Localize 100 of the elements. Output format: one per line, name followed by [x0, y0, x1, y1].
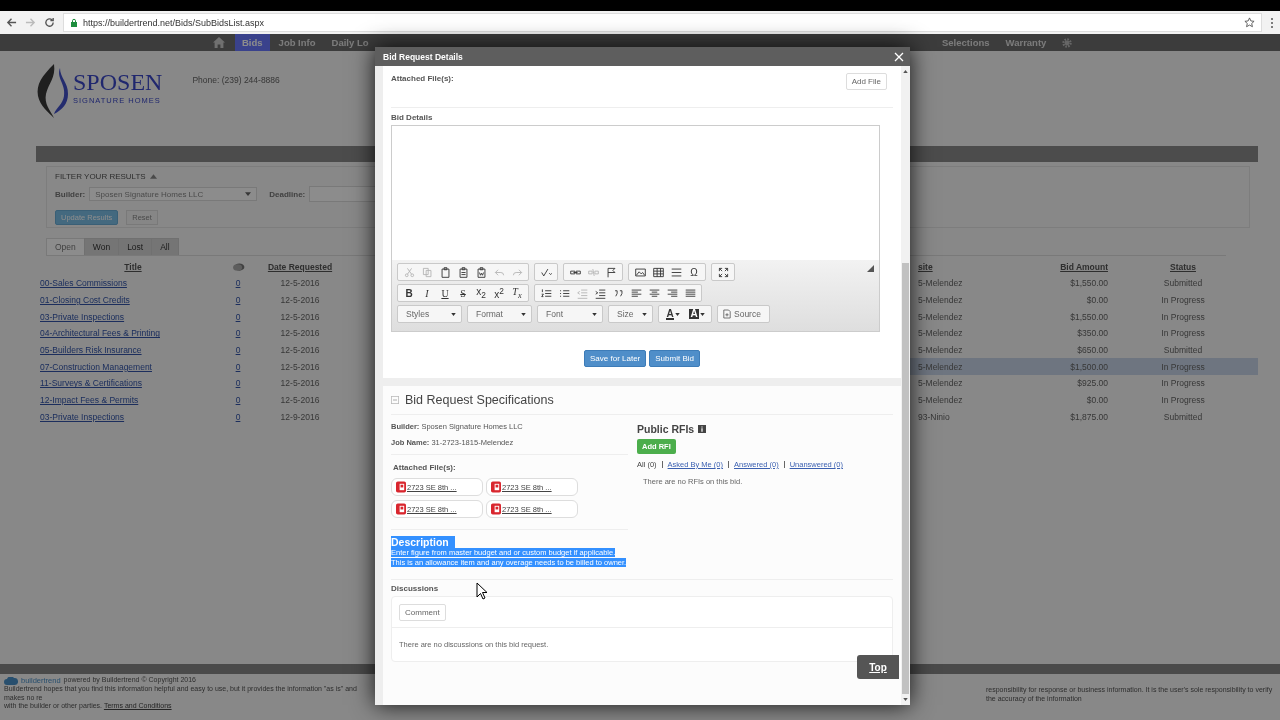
tab[interactable]: All	[151, 238, 179, 255]
spellcheck-icon[interactable]	[540, 266, 552, 278]
table-row[interactable]: 5-Melendez $650.00 Submitted	[910, 341, 1258, 359]
special-character-button[interactable]: Ω	[685, 264, 703, 280]
numbered-list-icon[interactable]	[540, 287, 552, 299]
comment-count-link[interactable]: 0	[226, 295, 250, 306]
caret-icon[interactable]	[149, 174, 157, 179]
up-arrow-icon[interactable]	[903, 70, 908, 73]
clipboard-word-icon[interactable]	[475, 266, 487, 278]
underline-button[interactable]: U	[436, 285, 454, 301]
back-to-top-button[interactable]: Top	[857, 655, 899, 679]
toolbar-dropdown[interactable]: Size	[611, 306, 650, 322]
nav-item[interactable]: Job Info	[271, 34, 323, 51]
bid-title-link[interactable]: 11-Surveys & Certifications	[36, 378, 226, 389]
align-justify-icon[interactable]	[684, 287, 696, 299]
comment-count-link[interactable]: 0	[226, 345, 250, 356]
resize-handle-icon[interactable]	[867, 265, 874, 272]
align-left-icon[interactable]	[630, 287, 642, 299]
menu-icon[interactable]	[1270, 16, 1274, 29]
table-row[interactable]: 5-Melendez $0.00 In Progress	[910, 291, 1258, 309]
toolbar-dropdown[interactable]: Format	[470, 306, 529, 322]
tab[interactable]: Lost	[118, 238, 153, 255]
table-cell-text: In Progress	[1160, 311, 1206, 322]
bulleted-list-icon[interactable]	[558, 287, 570, 299]
nav-item[interactable]: Daily Lo	[324, 34, 376, 51]
comment-count-link[interactable]: 0	[226, 328, 250, 339]
horizontal-line-icon[interactable]	[670, 266, 682, 278]
tab[interactable]: Won	[83, 238, 120, 255]
bid-title-link[interactable]: 07-Construction Management	[36, 361, 226, 372]
table-row[interactable]: 5-Melendez $925.00 In Progress	[910, 375, 1258, 392]
reload-icon[interactable]	[44, 17, 55, 28]
bid-title-link[interactable]: 03-Private Inspections	[36, 411, 226, 422]
table-row[interactable]: 93-Ninio $1,875.00 Submitted	[910, 408, 1258, 426]
maximize-icon[interactable]	[717, 266, 729, 278]
background-color-button[interactable]: A	[685, 306, 709, 322]
column-header[interactable]: Date Requested	[250, 262, 350, 272]
align-center-icon[interactable]	[648, 287, 660, 299]
bid-title-link[interactable]: 00-Sales Commissions	[36, 278, 226, 289]
table-icon[interactable]	[652, 266, 664, 278]
table-row[interactable]: 5-Melendez $1,550.00 Submitted	[910, 275, 1258, 292]
document-icon	[491, 481, 501, 493]
description-title: Description	[391, 536, 455, 548]
nav-item[interactable]: Warranty	[998, 34, 1054, 51]
bid-title-link[interactable]: 12-Impact Fees & Permits	[36, 395, 226, 406]
toolbar-dropdown[interactable]: Font	[540, 306, 600, 322]
add-file-button[interactable]: Add File	[845, 73, 887, 90]
comment-button[interactable]: Comment	[399, 603, 446, 621]
filter-title: FILTER YOUR RESULTS	[55, 172, 146, 181]
close-icon[interactable]	[894, 51, 904, 62]
text-color-button[interactable]: A	[661, 306, 685, 322]
subscript-button[interactable]: x$_{2}$	[472, 285, 490, 301]
table-cell-text: 12-5-2016	[279, 345, 321, 356]
save-for-later-button[interactable]: Save for Later	[584, 350, 647, 367]
bid-title-link[interactable]: 05-Builders Risk Insurance	[36, 345, 226, 356]
table-cell-text: In Progress	[1160, 361, 1206, 372]
down-arrow-icon[interactable]	[903, 698, 908, 701]
tab[interactable]: Open	[46, 238, 85, 255]
indent-icon[interactable]	[594, 287, 606, 299]
bid-title-link[interactable]: 04-Architectural Fees & Printing	[36, 328, 226, 339]
column-header[interactable]: site	[910, 262, 1010, 272]
table-cell-text: Submitted	[1162, 278, 1204, 289]
comment-count-link[interactable]: 0	[226, 395, 250, 406]
italic-button[interactable]: I	[418, 285, 436, 301]
table-cell-text: 12-5-2016	[279, 361, 321, 372]
comment-count-link[interactable]: 0	[226, 311, 250, 322]
superscript-button[interactable]: x$^{2}$	[490, 285, 508, 301]
table-row[interactable]: 5-Melendez $1,550.00 In Progress	[910, 308, 1258, 326]
document-icon	[396, 503, 406, 515]
comment-count-link[interactable]: 0	[226, 278, 250, 289]
info-icon[interactable]	[698, 425, 707, 433]
attached-files-label: Attached File(s):	[393, 463, 457, 472]
bid-details-label: Bid Details	[391, 113, 434, 122]
bid-title-link[interactable]: 01-Closing Cost Credits	[36, 295, 226, 306]
toolbar-dropdown[interactable]: Styles	[400, 306, 459, 322]
table-row[interactable]: 5-Melendez $0.00 In Progress	[910, 391, 1258, 409]
quote-icon[interactable]	[612, 287, 624, 299]
column-header[interactable]: Status	[1108, 262, 1258, 272]
column-header[interactable]: Title	[36, 262, 226, 272]
remove-format-button[interactable]: T$_{x}$	[508, 285, 526, 301]
clipboard-icon[interactable]	[439, 266, 451, 278]
nav-item[interactable]: Bids	[235, 34, 270, 51]
scrollbar[interactable]	[901, 66, 910, 705]
nav-item[interactable]: Selections	[935, 34, 997, 51]
source-button[interactable]: Source	[720, 309, 767, 319]
bold-button[interactable]: B	[400, 285, 418, 301]
clipboard-text-icon[interactable]	[457, 266, 469, 278]
align-right-icon[interactable]	[666, 287, 678, 299]
comment-count-link[interactable]: 0	[226, 411, 250, 422]
table-row[interactable]: 5-Melendez $350.00 In Progress	[910, 325, 1258, 342]
image-icon[interactable]	[634, 266, 646, 278]
flag-icon[interactable]	[605, 266, 617, 278]
submit-bid-button[interactable]: Submit Bid	[649, 350, 700, 367]
comment-count-link[interactable]: 0	[226, 361, 250, 372]
address-bar[interactable]: https://buildertrend.net/Bids/SubBidsList.aspx	[63, 13, 1262, 32]
comment-count-link[interactable]: 0	[226, 378, 250, 389]
column-header[interactable]: Bid Amount	[1010, 262, 1108, 272]
table-cell-text: In Progress	[1160, 378, 1206, 389]
bid-title-link[interactable]: 03-Private Inspections	[36, 311, 226, 322]
star-icon[interactable]	[1244, 17, 1255, 28]
back-icon[interactable]	[6, 17, 17, 28]
